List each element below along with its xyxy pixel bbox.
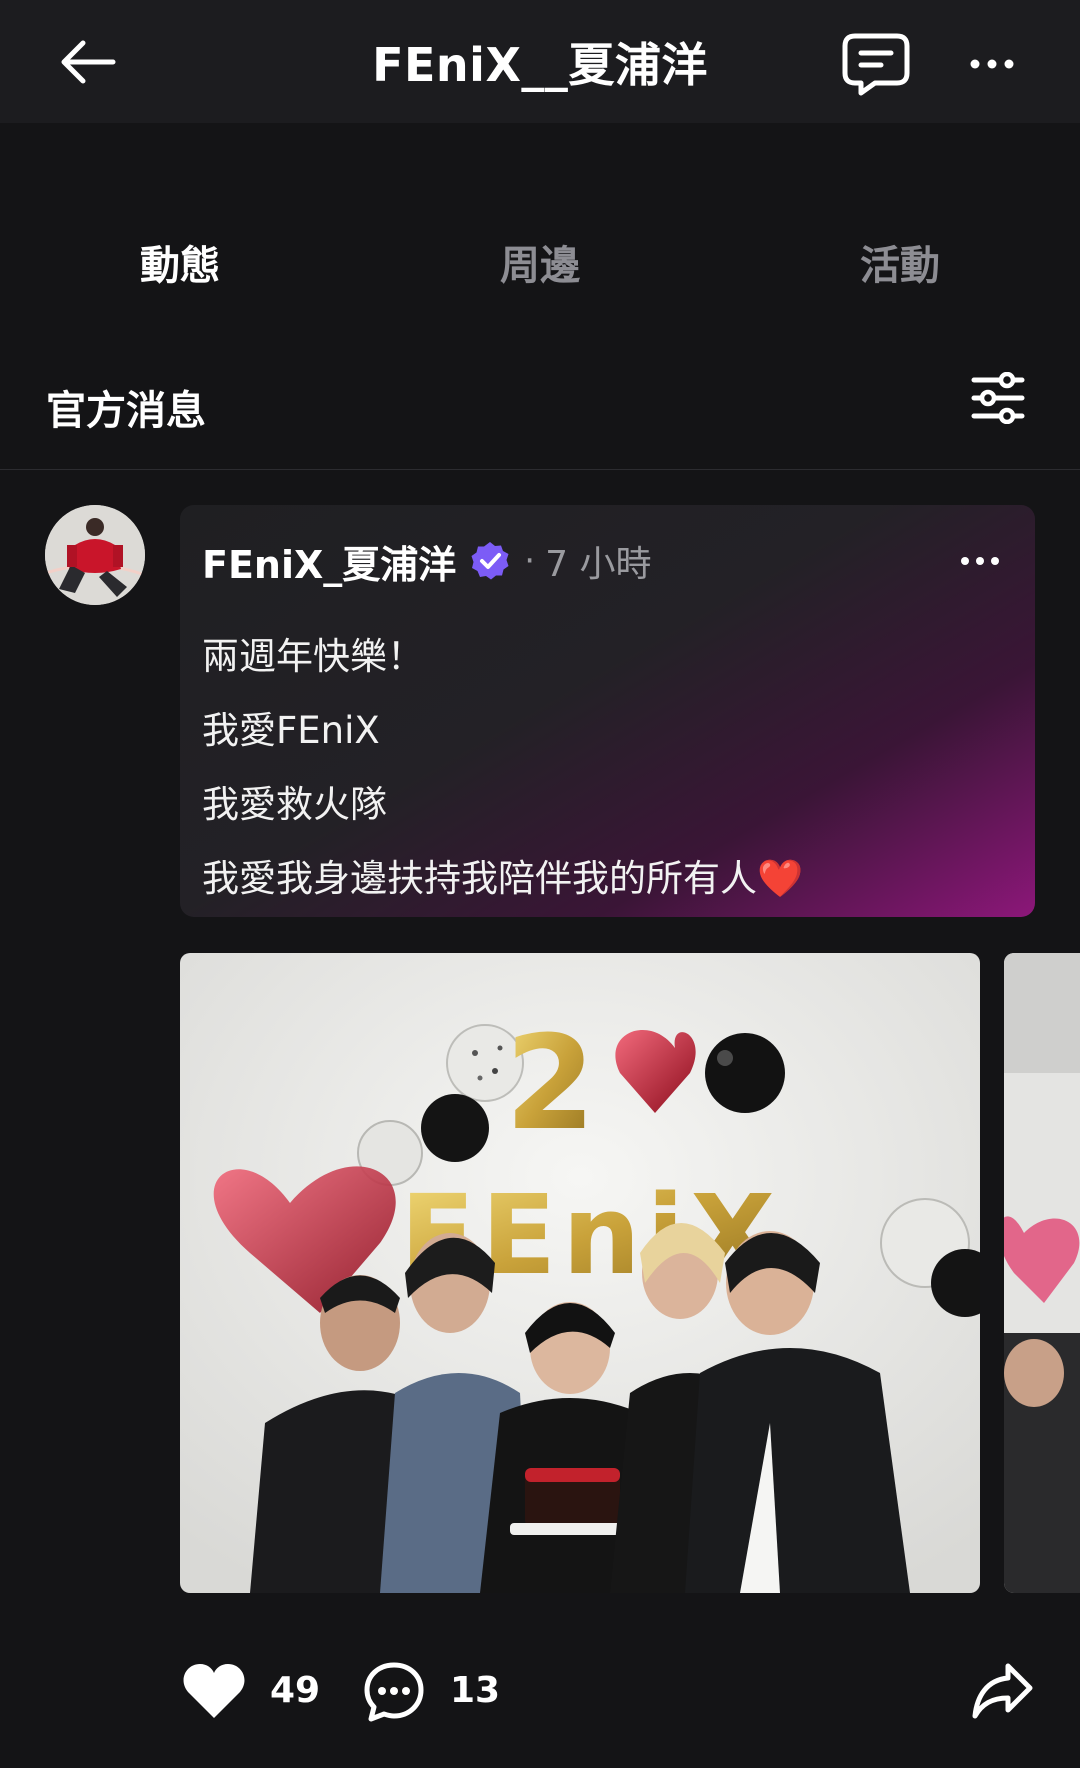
chat-button[interactable] xyxy=(836,28,916,100)
post-card[interactable]: FEniX_夏浦洋 · 7 小時 兩週年快樂！ 我愛FEniX 我愛救火隊 我愛… xyxy=(180,505,1035,917)
more-horizontal-icon xyxy=(970,59,1014,69)
page-title: FEniX__夏浦洋 xyxy=(372,37,708,92)
meta-separator: · xyxy=(524,541,536,581)
tab-label: 動態 xyxy=(140,243,220,289)
comment-icon[interactable] xyxy=(362,1660,426,1724)
section-title: 官方消息 xyxy=(46,388,206,434)
comment-count: 13 xyxy=(450,1670,501,1711)
avatar[interactable] xyxy=(45,505,145,605)
filter-button[interactable] xyxy=(968,368,1028,428)
post-photo[interactable]: 2 FEniX xyxy=(180,953,980,1593)
post-actions: 49 13 xyxy=(0,1640,1080,1740)
back-button[interactable] xyxy=(52,30,124,94)
verified-badge-icon xyxy=(471,542,509,580)
tab-label: 活動 xyxy=(860,243,940,289)
sliders-icon xyxy=(971,372,1025,424)
more-button[interactable] xyxy=(960,40,1024,88)
post-author[interactable]: FEniX_夏浦洋 xyxy=(202,534,456,589)
heart-icon[interactable] xyxy=(182,1662,246,1722)
app-screen: FEniX__夏浦洋 動態 周邊 活動 官方消息 FEniX_夏浦洋 · 7 小… xyxy=(0,0,1080,1768)
more-horizontal-icon xyxy=(961,557,999,565)
tab-label: 周邊 xyxy=(500,243,580,289)
post-photo-next[interactable] xyxy=(1004,953,1080,1593)
post-meta: FEniX_夏浦洋 · 7 小時 xyxy=(202,533,651,589)
tab-merch[interactable]: 周邊 xyxy=(420,233,660,313)
avatar-image xyxy=(45,505,145,605)
post-text-line: 我愛FEniX xyxy=(202,709,380,752)
tab-events[interactable]: 活動 xyxy=(780,233,1020,313)
group-photo-image: 2 FEniX xyxy=(180,953,980,1593)
section-header: 官方消息 xyxy=(0,340,1080,470)
second-photo-image xyxy=(1004,953,1080,1593)
tab-dynamics[interactable]: 動態 xyxy=(60,233,300,313)
share-icon[interactable] xyxy=(970,1658,1034,1722)
post-text-line: 我愛救火隊 xyxy=(202,783,387,826)
post-text-line: 我愛我身邊扶持我陪伴我的所有人❤️ xyxy=(202,857,804,900)
post-text-line: 兩週年快樂！ xyxy=(202,635,424,678)
post-body: 兩週年快樂！ 我愛FEniX 我愛救火隊 我愛我身邊扶持我陪伴我的所有人❤️ xyxy=(202,620,803,916)
post-more-button[interactable] xyxy=(955,541,1005,581)
svg-text:2: 2 xyxy=(505,1007,595,1159)
like-count: 49 xyxy=(270,1670,321,1711)
post-timestamp: 7 小時 xyxy=(545,544,652,585)
chat-bubble-icon xyxy=(842,33,910,96)
tab-bar: 動態 周邊 活動 xyxy=(0,123,1080,323)
top-bar: FEniX__夏浦洋 xyxy=(0,0,1080,123)
arrow-left-icon xyxy=(61,40,116,84)
